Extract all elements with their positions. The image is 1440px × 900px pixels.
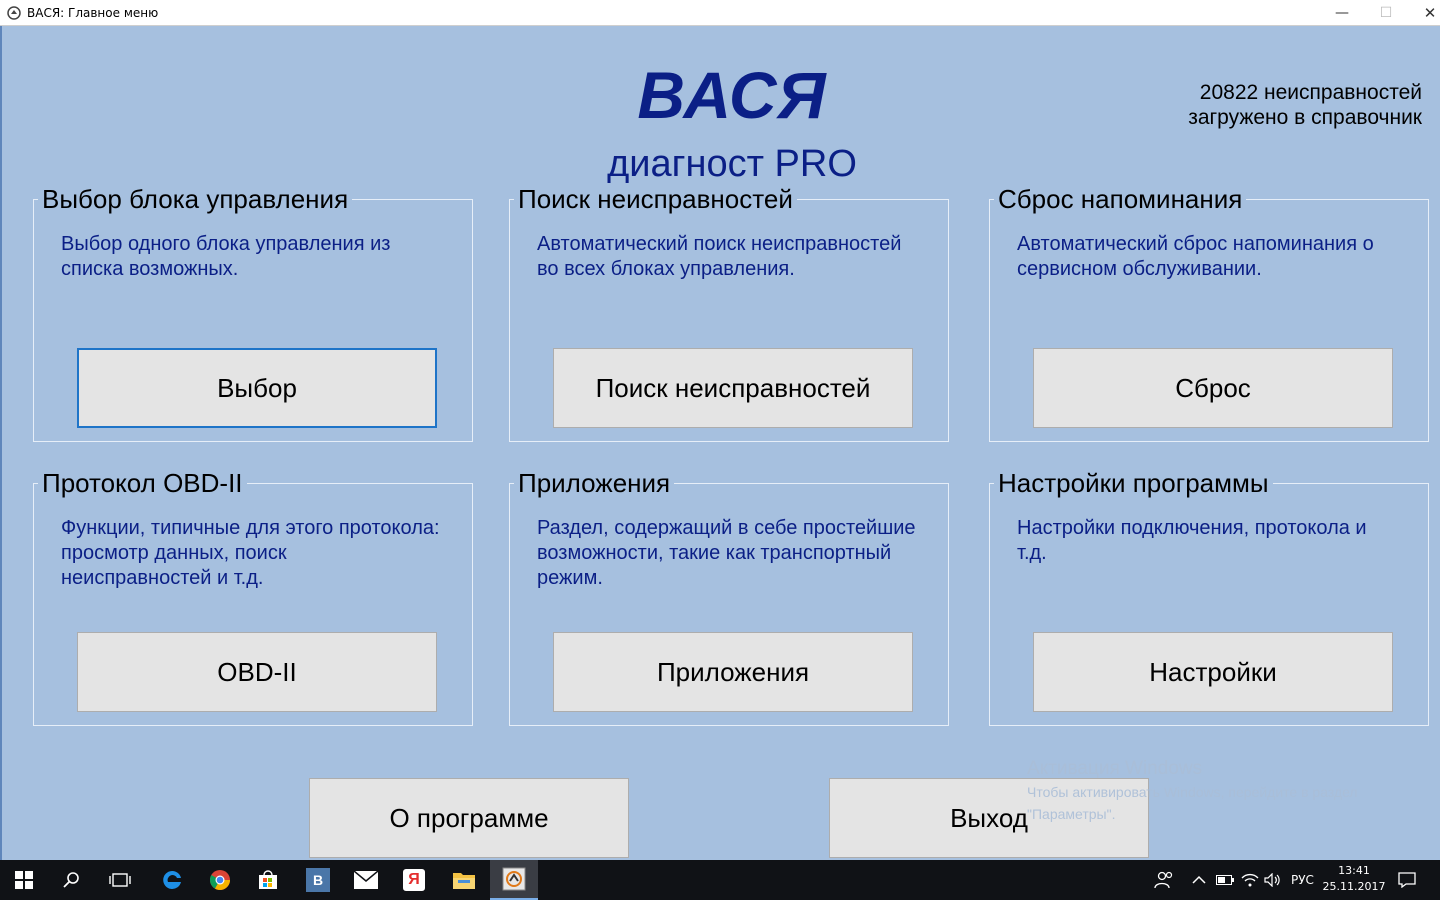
group-title: Приложения [514,467,675,499]
group-service-reset: Сброс напоминания Автоматический сброс н… [989,183,1429,442]
group-fault-search: Поиск неисправностей Автоматический поис… [509,183,949,442]
fault-count-info: 20822 неисправностей загружено в справоч… [1112,80,1422,130]
about-button[interactable]: О программе [309,778,629,858]
activation-watermark: Активация Windows Чтобы активировать Win… [1027,758,1358,824]
applications-button[interactable]: Приложения [553,632,913,712]
maximize-button[interactable]: ☐ [1366,0,1406,26]
select-unit-button[interactable]: Выбор [77,348,437,428]
edge-icon[interactable] [148,860,196,900]
explorer-icon[interactable] [440,860,488,900]
group-applications: Приложения Раздел, содержащий в себе про… [509,467,949,726]
group-title: Поиск неисправностей [514,183,797,215]
clock-date: 25.11.2017 [1322,880,1386,893]
vk-letter: В [306,868,330,892]
app-logo: ВАСЯ [637,58,827,132]
fault-count-line2: загружено в справочник [1188,106,1422,129]
group-description: Автоматический сброс напоминания о серви… [1017,233,1374,280]
windows-start-icon[interactable] [0,860,48,900]
watermark-line2: Чтобы активировать Windows, перейдите в … [1027,784,1358,800]
window-titlebar: ВАСЯ: Главное меню — ☐ ✕ [0,0,1440,26]
vasya-app-icon [7,6,21,20]
yandex-icon[interactable]: Я [390,860,438,900]
clock[interactable]: 13:41 25.11.2017 [1318,863,1390,895]
battery-icon[interactable] [1216,860,1234,900]
obd2-button[interactable]: OBD-II [77,632,437,712]
group-description: Раздел, содержащий в себе простейшие воз… [537,517,916,589]
group-obd2: Протокол OBD-II Функции, типичные для эт… [33,467,473,726]
store-icon[interactable] [244,860,292,900]
chrome-icon[interactable] [196,860,244,900]
group-description: Настройки подключения, протокола и т.д. [1017,517,1367,564]
group-description: Выбор одного блока управления из списка … [61,233,391,280]
close-button[interactable]: ✕ [1410,0,1440,26]
settings-button[interactable]: Настройки [1033,632,1393,712]
notifications-icon[interactable] [1398,860,1416,900]
yandex-letter: Я [403,869,425,891]
group-title: Протокол OBD-II [38,467,247,499]
language-indicator[interactable]: РУС [1291,860,1314,900]
search-icon[interactable] [48,860,96,900]
task-view-icon[interactable] [96,860,144,900]
watermark-title: Активация Windows [1027,758,1203,779]
fault-count-line1: 20822 неисправностей [1199,81,1422,104]
taskbar: В Я РУС 13:41 25.11.2017 [0,860,1440,900]
app-subtitle: диагност PRO [607,143,857,185]
watermark-line3: "Параметры". [1027,806,1116,822]
clock-time: 13:41 [1338,864,1370,877]
fault-search-button[interactable]: Поиск неисправностей [553,348,913,428]
group-title: Сброс напоминания [994,183,1247,215]
reset-button[interactable]: Сброс [1033,348,1393,428]
minimize-button[interactable]: — [1322,0,1362,26]
group-title: Настройки программы [994,467,1273,499]
group-description: Функции, типичные для этого протокола: п… [61,517,440,589]
group-title: Выбор блока управления [38,183,353,215]
people-icon[interactable] [1154,860,1174,900]
main-window: ВАСЯ диагност PRO 20822 неисправностей з… [0,26,1440,860]
vasya-icon[interactable] [490,860,538,900]
volume-icon[interactable] [1264,860,1282,900]
vk-icon[interactable]: В [294,860,342,900]
group-settings: Настройки программы Настройки подключени… [989,467,1429,726]
wifi-icon[interactable] [1241,860,1259,900]
group-description: Автоматический поиск неисправностей во в… [537,233,902,280]
group-control-unit: Выбор блока управления Выбор одного блок… [33,183,473,442]
mail-icon[interactable] [342,860,390,900]
chevron-up-icon[interactable] [1192,860,1206,900]
window-title: ВАСЯ: Главное меню [27,6,159,20]
